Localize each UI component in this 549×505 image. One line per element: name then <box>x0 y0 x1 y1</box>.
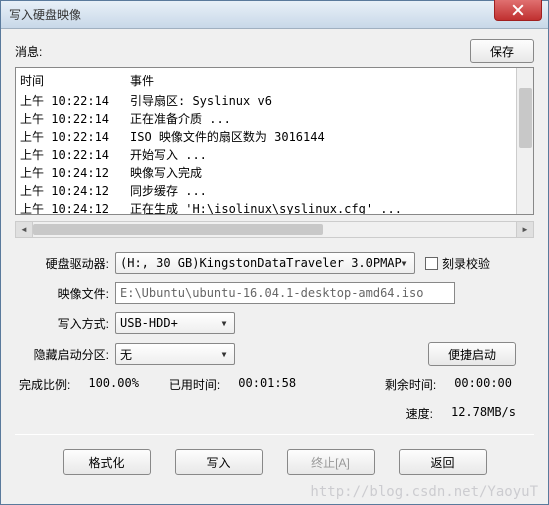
elapsed-label: 已用时间: <box>169 376 220 393</box>
image-path-input[interactable] <box>115 282 455 304</box>
speed-label: 速度: <box>406 405 433 422</box>
save-button[interactable]: 保存 <box>470 39 534 63</box>
log-row[interactable]: 上午 10:22:14ISO 映像文件的扇区数为 3016144 <box>20 128 529 146</box>
done-value: 100.00% <box>88 376 139 393</box>
close-icon <box>512 4 524 16</box>
log-listbox[interactable]: 时间 事件 上午 10:22:14引导扇区: Syslinux v6 上午 10… <box>15 67 534 215</box>
titlebar[interactable]: 写入硬盘映像 <box>1 1 548 29</box>
chevron-down-icon: ▼ <box>216 346 232 362</box>
write-mode-value: USB-HDD+ <box>120 316 178 330</box>
log-header-event: 事件 <box>130 72 529 89</box>
log-row[interactable]: 上午 10:24:12正在生成 'H:\isolinux\syslinux.cf… <box>20 200 529 215</box>
log-row[interactable]: 上午 10:24:12同步缓存 ... <box>20 182 529 200</box>
dialog-window: 写入硬盘映像 消息: 保存 时间 事件 上午 10:22:14引导扇区: Sys… <box>0 0 549 505</box>
verify-checkbox-wrap[interactable]: 刻录校验 <box>425 255 490 272</box>
vertical-scrollbar[interactable] <box>516 68 533 214</box>
window-title: 写入硬盘映像 <box>9 6 81 23</box>
form-area: 硬盘驱动器: (H:, 30 GB)KingstonDataTraveler 3… <box>15 252 534 366</box>
remain-value: 00:00:00 <box>454 376 512 393</box>
image-label: 映像文件: <box>15 285 115 302</box>
quick-boot-button[interactable]: 便捷启动 <box>428 342 516 366</box>
verify-checkbox[interactable] <box>425 257 438 270</box>
drive-value: (H:, 30 GB)KingstonDataTraveler 3.0PMAP <box>120 256 402 270</box>
verify-label: 刻录校验 <box>442 255 490 272</box>
stats-row: 完成比例: 100.00% 已用时间: 00:01:58 剩余时间: 00:00:00 <box>15 376 534 393</box>
back-button[interactable]: 返回 <box>399 449 487 475</box>
bottom-button-bar: 格式化 写入 终止[A] 返回 <box>15 449 534 475</box>
watermark: http://blog.csdn.net/YaoyuT <box>310 484 538 500</box>
speed-row: 速度: 12.78MB/s <box>15 405 534 422</box>
log-row[interactable]: 上午 10:22:14开始写入 ... <box>20 146 529 164</box>
drive-label: 硬盘驱动器: <box>15 255 115 272</box>
hide-boot-dropdown[interactable]: 无 ▼ <box>115 343 235 365</box>
speed-value: 12.78MB/s <box>451 405 516 422</box>
content-area: 消息: 保存 时间 事件 上午 10:22:14引导扇区: Syslinux v… <box>1 29 548 485</box>
chevron-down-icon: ▼ <box>216 315 232 331</box>
abort-button[interactable]: 终止[A] <box>287 449 375 475</box>
elapsed-value: 00:01:58 <box>238 376 296 393</box>
done-label: 完成比例: <box>19 376 70 393</box>
hide-boot-value: 无 <box>120 346 132 363</box>
log-header-time: 时间 <box>20 72 130 89</box>
log-header: 时间 事件 <box>20 70 529 92</box>
scroll-left-icon[interactable]: ◄ <box>16 222 33 237</box>
write-button[interactable]: 写入 <box>175 449 263 475</box>
format-button[interactable]: 格式化 <box>63 449 151 475</box>
log-row[interactable]: 上午 10:22:14引导扇区: Syslinux v6 <box>20 92 529 110</box>
scrollbar-thumb[interactable] <box>33 224 323 235</box>
scroll-right-icon[interactable]: ► <box>516 222 533 237</box>
write-mode-dropdown[interactable]: USB-HDD+ ▼ <box>115 312 235 334</box>
divider <box>15 434 534 435</box>
scrollbar-thumb[interactable] <box>519 88 532 148</box>
close-button[interactable] <box>494 0 542 21</box>
info-label: 消息: <box>15 43 470 60</box>
remain-label: 剩余时间: <box>385 376 436 393</box>
log-row[interactable]: 上午 10:24:12映像写入完成 <box>20 164 529 182</box>
chevron-down-icon: ▼ <box>396 255 412 271</box>
info-row: 消息: 保存 <box>15 39 534 63</box>
drive-dropdown[interactable]: (H:, 30 GB)KingstonDataTraveler 3.0PMAP … <box>115 252 415 274</box>
write-mode-label: 写入方式: <box>15 315 115 332</box>
log-row[interactable]: 上午 10:22:14正在准备介质 ... <box>20 110 529 128</box>
hide-boot-label: 隐藏启动分区: <box>15 346 115 363</box>
horizontal-scrollbar[interactable]: ◄ ► <box>15 221 534 238</box>
